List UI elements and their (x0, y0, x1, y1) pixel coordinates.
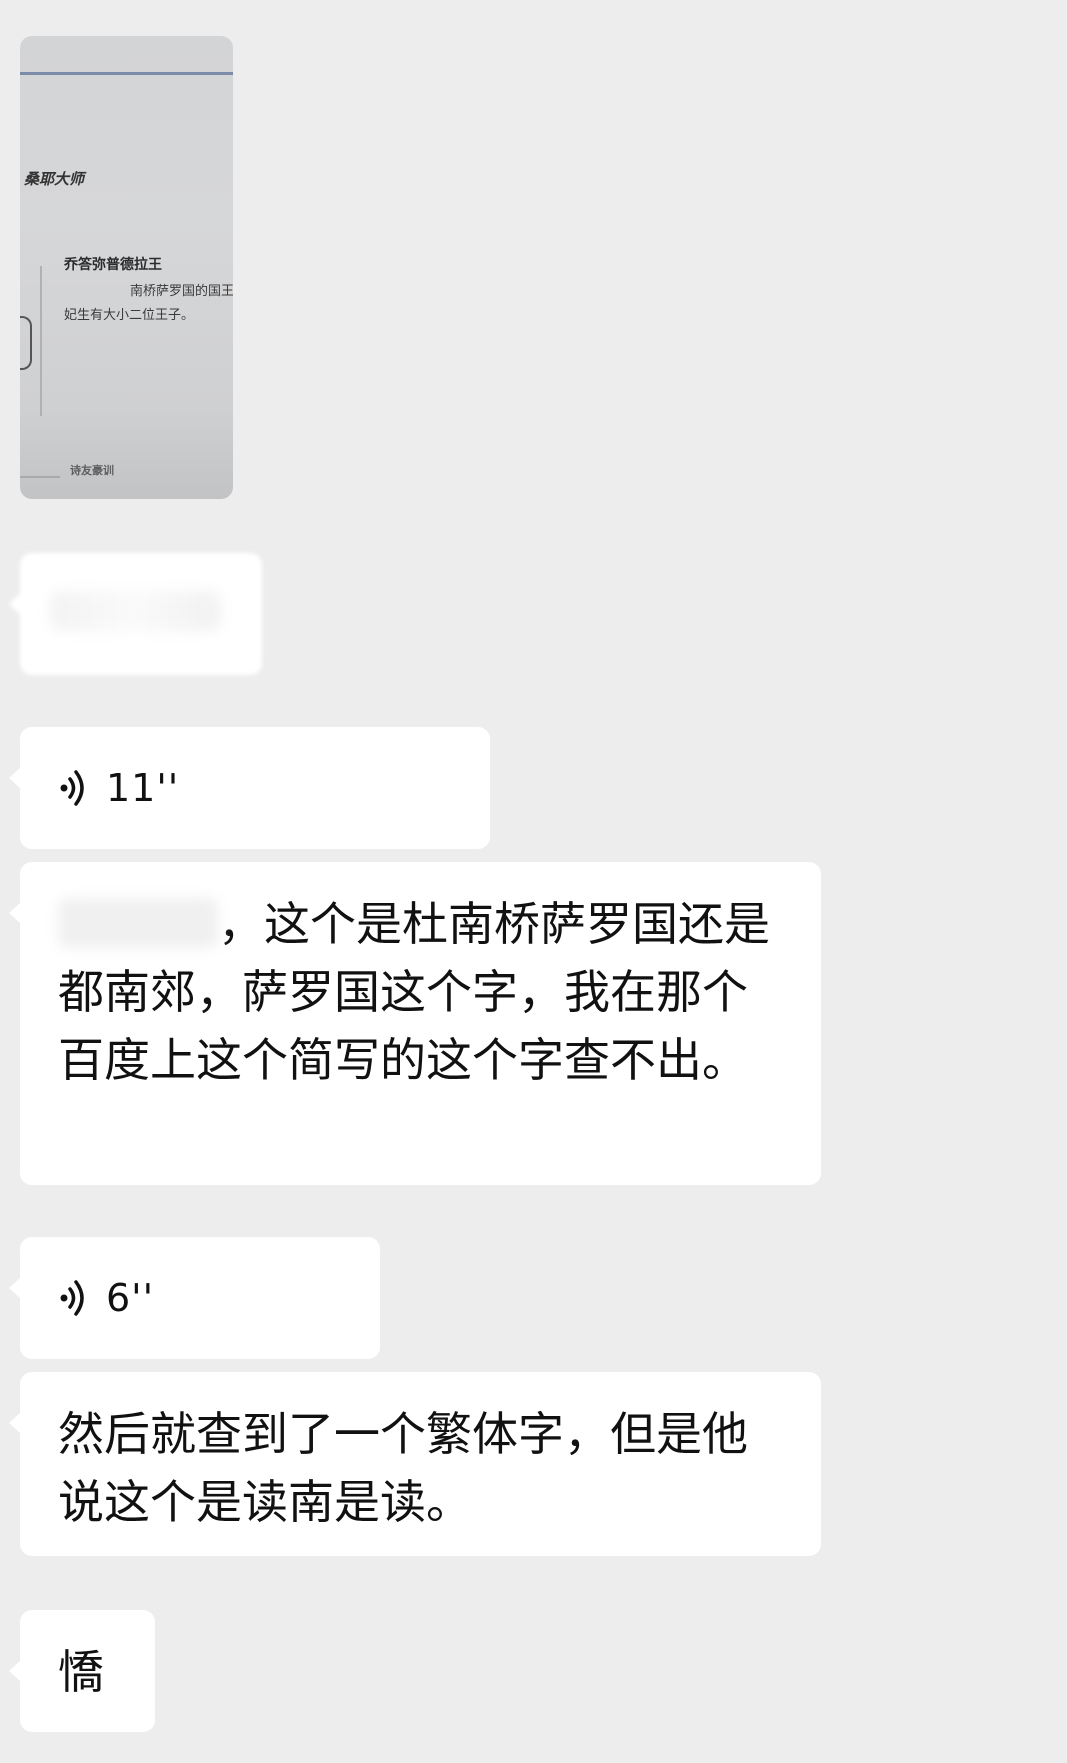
photo-message[interactable]: 桑耶大师 乔答弥普德拉王 南桥萨罗国的国王 妃生有大小二位王子。 诗友豪训 (20, 36, 233, 499)
message-text: 憍 (58, 1645, 104, 1699)
redacted-name (58, 898, 218, 948)
redacted-message-bubble[interactable] (9, 553, 262, 675)
photo-caption-heading: 乔答弥普德拉王 (64, 257, 162, 273)
photo-caption-body-1: 南桥萨罗国的国王 (130, 284, 233, 299)
text-message-3[interactable]: 憍 (9, 1610, 155, 1732)
photo-frame-line (40, 266, 42, 416)
photo-page-rule (20, 72, 233, 75)
photo-footer-rule (20, 476, 60, 478)
voice-wave-icon (58, 1278, 94, 1318)
photo-caption-footer: 诗友豪训 (70, 464, 114, 477)
photo-caption-body-2: 妃生有大小二位王子。 (64, 308, 195, 323)
photo-figure-sketch (20, 316, 32, 370)
chat-window: 桑耶大师 乔答弥普德拉王 南桥萨罗国的国王 妃生有大小二位王子。 诗友豪训 11… (0, 0, 1067, 1763)
text-message-1[interactable]: ，这个是杜南桥萨罗国还是都南郊，萨罗国这个字，我在那个百度上这个简写的这个字查不… (9, 862, 821, 1185)
voice-message-2[interactable]: 6'' (9, 1237, 380, 1359)
message-text: 然后就查到了一个繁体字，但是他说这个是读南是读。 (58, 1407, 748, 1529)
voice-wave-icon (58, 768, 94, 808)
photo-caption-title: 桑耶大师 (24, 170, 85, 188)
voice-duration: 11'' (106, 766, 180, 810)
voice-message-1[interactable]: 11'' (9, 727, 490, 849)
redacted-text (50, 591, 220, 631)
voice-duration: 6'' (106, 1276, 155, 1320)
text-message-2[interactable]: 然后就查到了一个繁体字，但是他说这个是读南是读。 (9, 1372, 821, 1556)
